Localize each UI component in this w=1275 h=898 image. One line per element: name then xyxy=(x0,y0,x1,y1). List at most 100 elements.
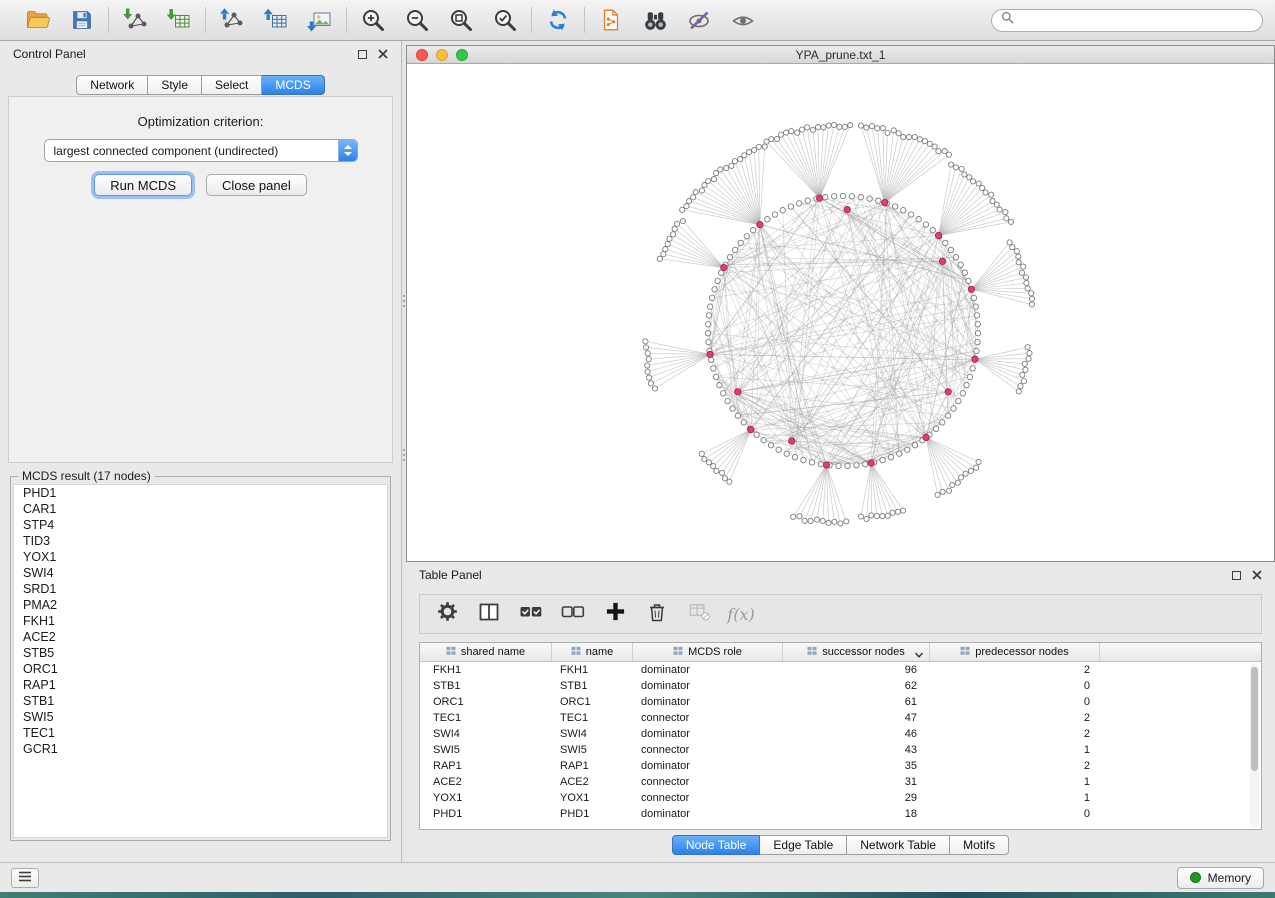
create-column-button[interactable] xyxy=(602,601,628,627)
table-settings-button[interactable] xyxy=(434,601,460,627)
close-panel-button[interactable]: Close panel xyxy=(206,174,307,196)
splitter-grip[interactable] xyxy=(401,442,406,468)
search-network-button[interactable] xyxy=(640,5,670,35)
window-close-icon[interactable] xyxy=(416,49,428,61)
show-panels-button[interactable] xyxy=(11,868,39,888)
delete-column-button[interactable] xyxy=(644,601,670,627)
zoom-in-button[interactable] xyxy=(358,5,388,35)
splitter-grip[interactable] xyxy=(401,288,406,314)
zoom-out-button[interactable] xyxy=(402,5,432,35)
table-scrollbar[interactable] xyxy=(1250,664,1259,827)
column-header-name[interactable]: name xyxy=(552,643,633,661)
table-cell: RAP1 xyxy=(420,760,552,772)
window-minimize-icon[interactable] xyxy=(436,49,448,61)
import-table-button[interactable] xyxy=(164,5,194,35)
mcds-node-item[interactable]: CAR1 xyxy=(14,501,387,517)
tab-style[interactable]: Style xyxy=(148,75,202,95)
tab-network[interactable]: Network xyxy=(76,75,148,95)
refresh-layout-button[interactable] xyxy=(543,5,573,35)
import-network-button[interactable] xyxy=(120,5,150,35)
table-row[interactable]: SWI4SWI4dominator462 xyxy=(420,726,1261,742)
share-document-button[interactable] xyxy=(596,5,626,35)
network-canvas[interactable] xyxy=(407,64,1274,561)
show-column-button[interactable] xyxy=(476,601,502,627)
table-cell: 18 xyxy=(783,808,930,820)
mcds-node-item[interactable]: TEC1 xyxy=(14,725,387,741)
export-network-button[interactable] xyxy=(217,5,247,35)
table-row[interactable]: ACE2ACE2connector311 xyxy=(420,774,1261,790)
search-icon xyxy=(1001,11,1014,29)
zoom-fit-button[interactable] xyxy=(446,5,476,35)
scrollbar-thumb[interactable] xyxy=(1251,667,1258,771)
save-session-button[interactable] xyxy=(67,5,97,35)
gear-icon xyxy=(436,600,459,628)
column-header-MCDS-role[interactable]: MCDS role xyxy=(633,643,783,661)
column-header-label: shared name xyxy=(461,646,525,658)
search-input[interactable] xyxy=(1020,12,1253,28)
table-row[interactable]: FKH1FKH1dominator962 xyxy=(420,662,1261,678)
column-header-successor-nodes[interactable]: successor nodes xyxy=(783,643,930,661)
mcds-node-item[interactable]: SRD1 xyxy=(14,581,387,597)
tab-network-table[interactable]: Network Table xyxy=(847,835,950,855)
tab-node-table[interactable]: Node Table xyxy=(672,835,761,855)
column-type-icon xyxy=(571,646,581,659)
search-box[interactable] xyxy=(991,9,1263,32)
mcds-node-item[interactable]: GCR1 xyxy=(14,741,387,757)
tab-select[interactable]: Select xyxy=(202,75,262,95)
table-row[interactable]: SWI5SWI5connector431 xyxy=(420,742,1261,758)
window-maximize-icon[interactable] xyxy=(456,49,468,61)
table-row[interactable]: YOX1YOX1connector291 xyxy=(420,790,1261,806)
column-header-predecessor-nodes[interactable]: predecessor nodes xyxy=(930,643,1100,661)
mcds-node-item[interactable]: SWI5 xyxy=(14,709,387,725)
mcds-node-item[interactable]: STB5 xyxy=(14,645,387,661)
table-row[interactable]: ORC1ORC1dominator610 xyxy=(420,694,1261,710)
export-table-button[interactable] xyxy=(261,5,291,35)
table-row[interactable]: PHD1PHD1dominator180 xyxy=(420,806,1261,822)
open-session-button[interactable] xyxy=(23,5,53,35)
export-image-icon xyxy=(307,7,333,33)
mcds-result-title: MCDS result (17 nodes) xyxy=(18,469,155,483)
status-bar: Memory xyxy=(0,862,1275,892)
mcds-node-item[interactable]: STB1 xyxy=(14,693,387,709)
mcds-node-item[interactable]: FKH1 xyxy=(14,613,387,629)
deselect-all-button[interactable] xyxy=(560,601,586,627)
mcds-node-item[interactable]: YOX1 xyxy=(14,549,387,565)
mcds-node-item[interactable]: PMA2 xyxy=(14,597,387,613)
tab-edge-table[interactable]: Edge Table xyxy=(760,835,847,855)
export-image-button[interactable] xyxy=(305,5,335,35)
close-panel-icon[interactable] xyxy=(1252,570,1262,580)
float-panel-icon[interactable] xyxy=(358,50,367,59)
column-header-shared-name[interactable]: shared name xyxy=(420,643,552,661)
mcds-node-item[interactable]: STP4 xyxy=(14,517,387,533)
mcds-panel: Optimization criterion: largest connecte… xyxy=(8,96,393,463)
selected-criterion: largest connected component (undirected) xyxy=(45,144,338,158)
table-cell: PHD1 xyxy=(552,808,633,820)
table-cell: STB1 xyxy=(420,680,552,692)
mcds-node-item[interactable]: TID3 xyxy=(14,533,387,549)
mcds-node-item[interactable]: PHD1 xyxy=(14,485,387,501)
memory-label: Memory xyxy=(1208,871,1251,885)
table-row[interactable]: RAP1RAP1dominator352 xyxy=(420,758,1261,774)
mcds-node-item[interactable]: ORC1 xyxy=(14,661,387,677)
table-cell: SWI4 xyxy=(552,728,633,740)
tab-motifs[interactable]: Motifs xyxy=(950,835,1009,855)
tab-mcds[interactable]: MCDS xyxy=(262,75,324,95)
close-panel-icon[interactable] xyxy=(378,49,388,59)
network-window-titlebar[interactable]: YPA_prune.txt_1 xyxy=(407,46,1274,64)
mcds-node-item[interactable]: RAP1 xyxy=(14,677,387,693)
mcds-node-item[interactable]: SWI4 xyxy=(14,565,387,581)
zoom-selected-button[interactable] xyxy=(490,5,520,35)
table-row[interactable]: TEC1TEC1connector472 xyxy=(420,710,1261,726)
delete-table-button-disabled xyxy=(686,601,712,627)
optimization-criterion-select[interactable]: largest connected component (undirected) xyxy=(44,139,358,162)
select-all-button[interactable] xyxy=(518,601,544,627)
run-mcds-button[interactable]: Run MCDS xyxy=(94,174,192,196)
hide-selected-button[interactable] xyxy=(684,5,714,35)
mcds-node-item[interactable]: ACE2 xyxy=(14,629,387,645)
table-cell: 0 xyxy=(930,696,1100,708)
show-selected-button[interactable] xyxy=(728,5,758,35)
table-row[interactable]: STB1STB1dominator620 xyxy=(420,678,1261,694)
float-panel-icon[interactable] xyxy=(1232,571,1241,580)
chevron-down-icon[interactable] xyxy=(915,649,923,661)
memory-button[interactable]: Memory xyxy=(1177,867,1264,889)
